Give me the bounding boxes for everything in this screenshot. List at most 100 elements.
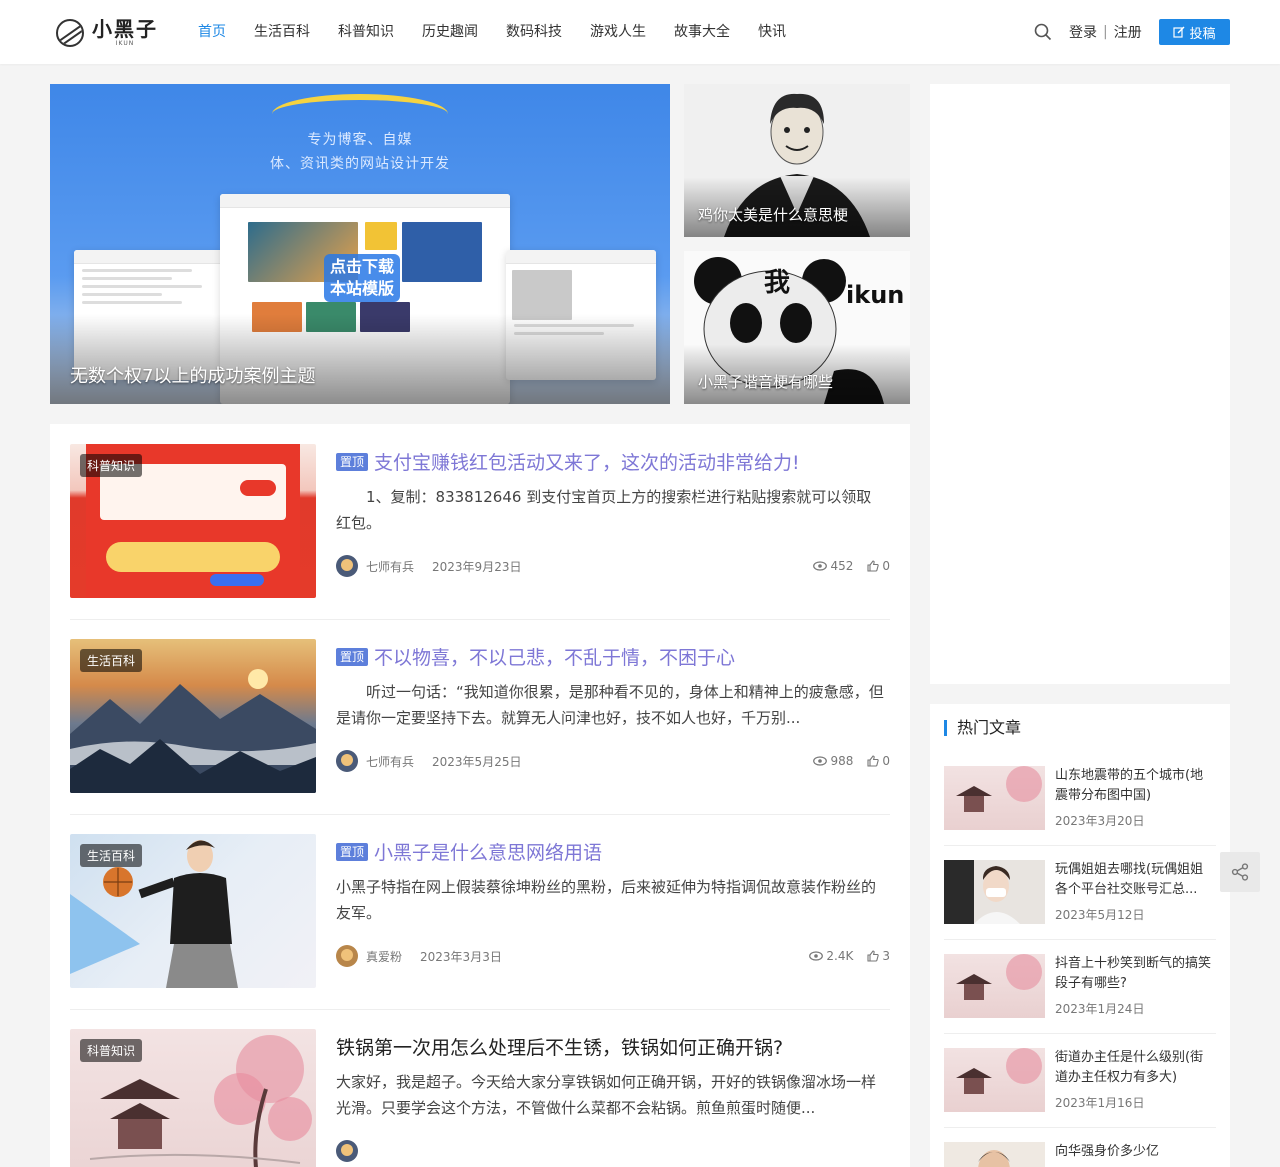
person-portrait-thumbnail-image bbox=[978, 1150, 1010, 1167]
author-avatar[interactable] bbox=[336, 945, 358, 967]
nav-item-games[interactable]: 游戏人生 bbox=[576, 0, 660, 64]
post-thumbnail[interactable]: 生活百科 bbox=[70, 834, 316, 988]
post-meta: 七师有兵 2023年5月25日 988 0 bbox=[336, 749, 890, 773]
site-header: 小黑子 IKUN 首页 生活百科 科普知识 历史趣闻 数码科技 游戏人生 故事大… bbox=[0, 0, 1280, 64]
post-item: 生活百科 置顶 小黑子是什么意思网络用语 小黑子特指在网上假装蔡徐坤粉丝的黑粉，… bbox=[70, 814, 890, 1010]
hot-article-item[interactable]: 山东地震带的五个城市(地震带分布图中国) 2023年3月20日 bbox=[944, 766, 1216, 846]
post-excerpt: 大家好，我是超子。今天给大家分享铁锅如何正确开锅，开好的铁锅像溜冰场一样光滑。只… bbox=[336, 1073, 877, 1117]
hot-article-item[interactable]: 向华强身价多少亿 bbox=[944, 1142, 1216, 1167]
view-count: 988 bbox=[813, 754, 853, 768]
hot-article-thumbnail[interactable] bbox=[944, 954, 1045, 1018]
nav-item-stories[interactable]: 故事大全 bbox=[660, 0, 744, 64]
post-item: 科普知识 铁锅第一次用怎么处理后不生锈，铁锅如何正确开锅? 大家好，我是超子。今… bbox=[70, 1009, 890, 1167]
pinned-badge: 置顶 bbox=[336, 842, 369, 861]
side-card-1-caption[interactable]: 鸡你太美是什么意思梗 bbox=[698, 204, 848, 225]
post-author[interactable]: 真爱粉 bbox=[366, 948, 402, 965]
banner-main-caption[interactable]: 无数个权7以上的成功案例主题 bbox=[70, 362, 315, 388]
nav-item-home[interactable]: 首页 bbox=[184, 0, 240, 64]
post-thumbnail[interactable]: 科普知识 bbox=[70, 1029, 316, 1167]
hot-article-item[interactable]: 街道办主任是什么级别(街道办主任权力有多大) 2023年1月16日 bbox=[944, 1048, 1216, 1128]
main-nav: 首页 生活百科 科普知识 历史趣闻 数码科技 游戏人生 故事大全 快讯 bbox=[184, 0, 800, 64]
author-avatar[interactable] bbox=[336, 555, 358, 577]
nav-item-history[interactable]: 历史趣闻 bbox=[408, 0, 492, 64]
nav-item-life[interactable]: 生活百科 bbox=[240, 0, 324, 64]
pavilion-thumbnail-image bbox=[956, 954, 1042, 1000]
person-mask-thumbnail-image bbox=[944, 860, 1020, 924]
hot-article-thumbnail[interactable] bbox=[944, 766, 1045, 830]
svg-text:我: 我 bbox=[764, 268, 790, 298]
pinned-badge: 置顶 bbox=[336, 647, 369, 666]
post-list: 科普知识 置顶 支付宝赚钱红包活动又来了，这次的活动非常给力! 1、复制：833… bbox=[50, 424, 910, 1167]
banner-side-card-2[interactable]: 我 ikun 小黑子谐音梗有哪些 bbox=[684, 251, 910, 404]
hot-article-item[interactable]: 抖音上十秒笑到断气的搞笑段子有哪些? 2023年1月24日 bbox=[944, 954, 1216, 1034]
post-excerpt: 小黑子特指在网上假装蔡徐坤粉丝的黑粉，后来被延伸为特指调侃故意装作粉丝的友军。 bbox=[336, 878, 877, 922]
hot-article-title[interactable]: 玩偶姐姐去哪找(玩偶姐姐各个平台社交账号汇总... bbox=[1055, 860, 1215, 900]
hot-article-thumbnail[interactable] bbox=[944, 1142, 1045, 1167]
banner-slide-main[interactable]: 专为博客、自媒 体、资讯类的网站设计开发 点击下载本站模版 无数个权7以上的成功… bbox=[50, 84, 670, 404]
author-avatar[interactable] bbox=[336, 750, 358, 772]
register-link[interactable]: 注册 bbox=[1114, 22, 1142, 42]
hot-article-date: 2023年3月20日 bbox=[1055, 814, 1145, 828]
eye-icon bbox=[813, 756, 828, 766]
post-meta: 七师有兵 2023年9月23日 452 0 bbox=[336, 554, 890, 578]
post-title[interactable]: 置顶 支付宝赚钱红包活动又来了，这次的活动非常给力! bbox=[336, 448, 800, 475]
login-link[interactable]: 登录 bbox=[1069, 22, 1097, 42]
search-icon[interactable] bbox=[1034, 23, 1052, 41]
post-category-tag[interactable]: 生活百科 bbox=[80, 649, 143, 672]
edit-icon bbox=[1173, 26, 1185, 38]
post-title[interactable]: 铁锅第一次用怎么处理后不生锈，铁锅如何正确开锅? bbox=[336, 1033, 783, 1060]
post-category-tag[interactable]: 科普知识 bbox=[80, 1039, 143, 1062]
download-template-button[interactable]: 点击下载本站模版 bbox=[324, 254, 400, 302]
auth-links: 登录 | 注册 bbox=[1069, 22, 1142, 42]
post-title[interactable]: 置顶 小黑子是什么意思网络用语 bbox=[336, 838, 602, 865]
thumbs-up-icon bbox=[867, 755, 880, 767]
eye-icon bbox=[809, 951, 824, 961]
share-button[interactable] bbox=[1220, 852, 1260, 892]
post-thumbnail[interactable]: 科普知识 bbox=[70, 444, 316, 598]
post-thumbnail[interactable]: 生活百科 bbox=[70, 639, 316, 793]
post-category-tag[interactable]: 生活百科 bbox=[80, 844, 143, 867]
submit-article-button[interactable]: 投稿 bbox=[1159, 19, 1230, 45]
post-date: 2023年5月25日 bbox=[432, 754, 522, 769]
hot-article-title[interactable]: 街道办主任是什么级别(街道办主任权力有多大) bbox=[1055, 1048, 1215, 1088]
post-date: 2023年3月3日 bbox=[420, 949, 502, 964]
post-author[interactable]: 七师有兵 bbox=[366, 753, 414, 770]
logo-subtitle: IKUN bbox=[115, 40, 135, 47]
like-count[interactable]: 3 bbox=[867, 949, 890, 963]
nav-item-tech[interactable]: 数码科技 bbox=[492, 0, 576, 64]
hot-article-date: 2023年1月16日 bbox=[1055, 1096, 1145, 1110]
author-avatar[interactable] bbox=[336, 1140, 358, 1162]
post-author[interactable]: 七师有兵 bbox=[366, 558, 414, 575]
eye-icon bbox=[813, 561, 828, 571]
thumbs-up-icon bbox=[867, 560, 880, 572]
hot-article-title[interactable]: 向华强身价多少亿 bbox=[1055, 1142, 1215, 1162]
hot-article-item[interactable]: 玩偶姐姐去哪找(玩偶姐姐各个平台社交账号汇总... 2023年5月12日 bbox=[944, 860, 1216, 940]
like-count[interactable]: 0 bbox=[867, 559, 890, 573]
view-count: 2.4K bbox=[809, 949, 853, 963]
nav-item-news[interactable]: 快讯 bbox=[744, 0, 800, 64]
post-category-tag[interactable]: 科普知识 bbox=[80, 454, 143, 477]
like-count[interactable]: 0 bbox=[867, 754, 890, 768]
banner-side-card-1[interactable]: 鸡你太美是什么意思梗 bbox=[684, 84, 910, 237]
post-title[interactable]: 置顶 不以物喜，不以己悲，不乱于情，不困于心 bbox=[336, 643, 735, 670]
hot-article-date: 2023年5月12日 bbox=[1055, 908, 1145, 922]
hot-article-thumbnail[interactable] bbox=[944, 1048, 1045, 1112]
svg-text:ikun: ikun bbox=[846, 281, 904, 309]
view-count: 452 bbox=[813, 559, 853, 573]
post-meta: 真爱粉 2023年3月3日 2.4K 3 bbox=[336, 944, 890, 968]
logo-title: 小黑子 bbox=[92, 17, 158, 41]
site-logo[interactable]: 小黑子 IKUN bbox=[56, 18, 158, 47]
hot-article-thumbnail[interactable] bbox=[944, 860, 1045, 924]
submit-label: 投稿 bbox=[1189, 26, 1216, 42]
nav-item-science[interactable]: 科普知识 bbox=[324, 0, 408, 64]
hot-article-title[interactable]: 山东地震带的五个城市(地震带分布图中国) bbox=[1055, 766, 1215, 806]
post-excerpt: 听过一句话：“我知道你很累，是那种看不见的，身体上和精神上的疲惫感，但是请你一定… bbox=[336, 683, 884, 727]
post-excerpt: 1、复制：833812646 到支付宝首页上方的搜索栏进行粘贴搜索就可以领取红包… bbox=[336, 488, 872, 532]
pavilion-thumbnail-image bbox=[956, 1048, 1042, 1094]
hot-article-title[interactable]: 抖音上十秒笑到断气的搞笑段子有哪些? bbox=[1055, 954, 1215, 994]
post-item: 生活百科 置顶 不以物喜，不以己悲，不乱于情，不困于心 听过一句话：“我知道你很… bbox=[70, 619, 890, 815]
logo-mark-icon bbox=[56, 18, 84, 47]
post-meta bbox=[336, 1139, 890, 1163]
side-card-2-caption[interactable]: 小黑子谐音梗有哪些 bbox=[698, 371, 833, 392]
pavilion-thumbnail-image bbox=[956, 766, 1042, 812]
